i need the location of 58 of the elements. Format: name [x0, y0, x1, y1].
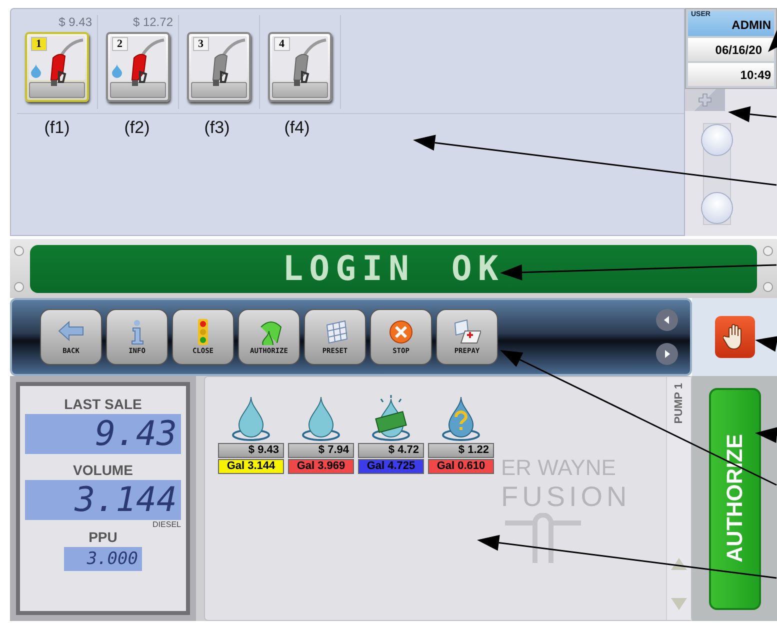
pump-status-bar	[110, 82, 166, 98]
callout-arrow	[768, 30, 777, 52]
pump-tile[interactable]: 2	[106, 32, 170, 102]
ppu-value: 3.000	[86, 549, 138, 569]
drop-question-icon	[441, 395, 481, 441]
pump-tile[interactable]: 3	[187, 32, 251, 102]
pump-number: 2	[112, 37, 128, 51]
sale-amount: 9.43	[95, 414, 177, 454]
volume-value: 3.144	[74, 480, 177, 520]
pump-number: 1	[31, 37, 46, 51]
shortcut-label: (f3)	[203, 118, 231, 138]
sale-amount-field[interactable]: $ 1.22	[428, 443, 494, 458]
sale-volume-field[interactable]: Gal 3.969	[288, 459, 354, 474]
drop-icon	[112, 64, 122, 78]
sale-amount-field[interactable]: $ 4.72	[358, 443, 424, 458]
pump-status-bar	[272, 82, 328, 98]
pump-number: 3	[193, 37, 208, 51]
display-label: VOLUME	[73, 462, 133, 478]
sale-amount-field[interactable]: $ 9.43	[218, 443, 284, 458]
sale-volume-field[interactable]: Gal 3.144	[218, 459, 284, 474]
plus-icon	[698, 93, 712, 107]
pump-amount: $ 12.72	[132, 15, 173, 31]
drop-cash-icon	[371, 395, 411, 441]
shortcut-label: (f4)	[283, 118, 311, 138]
date-field: 06/16/20	[688, 38, 774, 61]
display-label: PPU	[88, 529, 118, 545]
sale-volume-field[interactable]: Gal 0.610	[428, 459, 494, 474]
pump-tile[interactable]: 4	[268, 32, 332, 102]
display-label: LAST SALE	[64, 396, 142, 412]
screw-icon	[14, 246, 24, 256]
grid-card-icon	[453, 319, 481, 345]
grade-label: DIESEL	[152, 520, 181, 529]
stop-hand-button[interactable]	[714, 316, 754, 358]
pump-status-bar	[191, 82, 247, 98]
shortcut-label: (f2)	[123, 118, 151, 138]
pump-tile[interactable]: 1	[25, 32, 89, 102]
shortcut-label: (f1)	[43, 118, 71, 138]
screw-icon	[763, 282, 773, 292]
screw-icon	[763, 246, 773, 256]
message-text: LOGIN OK	[282, 248, 504, 288]
time-field: 10:49	[688, 63, 774, 86]
water-drop-icon	[301, 395, 341, 441]
stop-icon	[387, 319, 415, 345]
triangle-left-icon	[662, 315, 672, 325]
scroll-left-button[interactable]	[656, 309, 678, 331]
triangle-right-icon	[662, 349, 672, 359]
scroll-right-button[interactable]	[656, 343, 678, 365]
pump-number: 4	[274, 37, 290, 51]
pump-status-bar	[29, 82, 85, 98]
screw-icon	[14, 282, 24, 292]
water-drop-icon	[231, 395, 271, 441]
user-name: ADMIN	[732, 18, 771, 32]
drop-icon	[31, 64, 41, 78]
pump-label: PUMP 1	[673, 383, 685, 424]
callout-arrow	[728, 106, 777, 122]
pump-amount: $ 9.43	[58, 15, 92, 31]
scroll-up-icon[interactable]	[671, 558, 687, 570]
sale-amount-field[interactable]: $ 7.94	[288, 443, 354, 458]
